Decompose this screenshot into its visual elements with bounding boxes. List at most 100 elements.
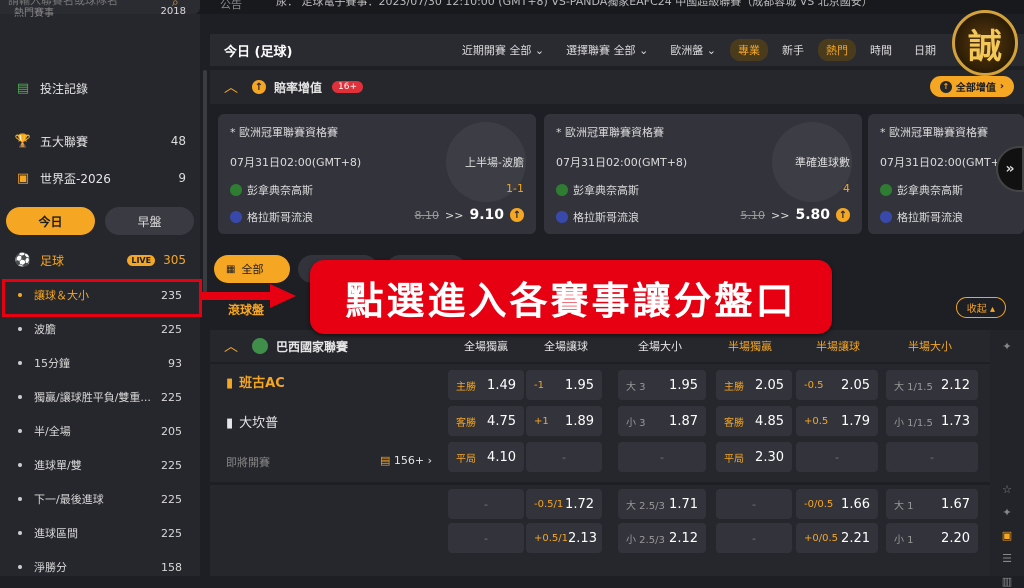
sidebar-sub-count: 225	[161, 526, 182, 540]
live-badge: LIVE	[127, 254, 156, 266]
odds-label: +0.5/1	[534, 532, 569, 544]
sidebar-item-football[interactable]: ⚽ 足球 LIVE 305	[0, 243, 200, 277]
collapse-button[interactable]: 收起 ▴	[955, 297, 1006, 318]
sidebar-sub-1x2[interactable]: 獨贏/讓球胜平負/雙重... 225	[0, 380, 200, 414]
odds-cell[interactable]: -0.5/1 1.72	[526, 489, 602, 519]
sort-date-button[interactable]: 日期	[906, 39, 944, 61]
odds-cell[interactable]: 平局 4.10	[448, 442, 524, 472]
sidebar-item-world-cup[interactable]: ▣ 世界盃-2026 9	[0, 161, 200, 195]
odds-cell[interactable]: +0/0.5 2.21	[796, 523, 878, 553]
mode-novice-button[interactable]: 新手	[774, 39, 812, 61]
chevron-down-icon: ⌄	[706, 44, 716, 57]
odds-value: 1.72	[565, 496, 594, 512]
new-odds: 5.80	[795, 207, 830, 223]
odds-cell[interactable]: 主勝 1.49	[448, 370, 524, 400]
column-header: 半場獨贏	[728, 340, 772, 353]
sort-time-button[interactable]: 時間	[862, 39, 900, 61]
odds-cell[interactable]: 小 1/1.5 1.73	[886, 406, 978, 436]
announcement-marquee: 尿： 足球電子賽事：2023/07/30 12:10:00 (GMT+8) VS…	[276, 0, 873, 8]
notice-label[interactable]: 公告	[220, 0, 242, 12]
tab-today[interactable]: 今日	[6, 207, 95, 235]
sidebar-sub-count: 158	[161, 560, 182, 574]
tab-early[interactable]: 早盤	[105, 207, 194, 235]
star-icon[interactable]: ☆	[990, 483, 1024, 496]
odds-cell[interactable]: 大 1/1.5 2.12	[886, 370, 978, 400]
chevron-down-icon: ⌄	[639, 44, 649, 57]
sidebar-sub-next-goal[interactable]: 下一/最後進球 225	[0, 482, 200, 516]
chevron-up-icon[interactable]: ︿	[224, 336, 238, 356]
all-boost-button[interactable]: ↑ 全部增值 ›	[929, 76, 1014, 97]
odds-cell[interactable]: +1 1.89	[526, 406, 602, 436]
odds-cell[interactable]: 平局 2.30	[716, 442, 792, 472]
odds-value: 2.12	[669, 530, 698, 546]
brand-logo: 誠	[952, 10, 1018, 76]
card-odds[interactable]: 8.10 >> 9.10 ↑	[415, 207, 524, 223]
odds-value: 1.95	[565, 377, 594, 393]
pin-icon[interactable]: ✦	[990, 506, 1024, 519]
odds-cell-empty: -	[618, 442, 706, 472]
odds-cell[interactable]: +0.5/1 2.13	[526, 523, 602, 553]
odds-value: 1.66	[841, 496, 870, 512]
odds-cell[interactable]: 大 1 1.67	[886, 489, 978, 519]
calendar-icon[interactable]: ▣	[990, 529, 1024, 542]
chevron-down-icon: ⌄	[534, 44, 545, 57]
odds-cell[interactable]: 小 3 1.87	[618, 406, 706, 436]
pin-icon[interactable]: ✦	[990, 340, 1024, 353]
odds-cell[interactable]: 大 2.5/3 1.71	[618, 489, 706, 519]
odds-cell[interactable]: -1 1.95	[526, 370, 602, 400]
sidebar-sub-winning-margin[interactable]: 淨勝分 158	[0, 550, 200, 584]
sidebar-item-label: 足球	[40, 253, 65, 268]
odds-cell[interactable]: -0/0.5 1.66	[796, 489, 878, 519]
boost-card[interactable]: * 歐洲冠軍聯賽資格賽 07月31日02:00(GMT+8) 準確進球數 彭拿典…	[544, 114, 862, 234]
card-league: * 歐洲冠軍聯賽資格賽	[556, 126, 664, 139]
sort-hot-button[interactable]: 熱門	[818, 39, 856, 61]
sidebar-scrollbar[interactable]	[203, 70, 207, 300]
odds-value: 2.05	[841, 377, 870, 393]
sidebar-sub-correct-score[interactable]: 波膽 225	[0, 312, 200, 346]
sidebar-sub-odd-even[interactable]: 進球單/雙 225	[0, 448, 200, 482]
card-market: 準確進球數	[795, 156, 850, 169]
recent-filter[interactable]: 近期開賽 全部 ⌄	[454, 39, 552, 61]
sidebar-item-top-leagues[interactable]: 🏆 五大聯賽 48	[0, 124, 200, 158]
odds-label: 大 1/1.5	[894, 381, 933, 393]
sidebar-sub-ht-ft[interactable]: 半/全場 205	[0, 414, 200, 448]
sidebar-item-bet-record[interactable]: ▤ 投注記錄	[0, 71, 200, 105]
card-away-team: 格拉斯哥流浪	[897, 211, 963, 224]
card-odds[interactable]: 5.10 >> 5.80 ↑	[741, 207, 850, 223]
sidebar-sub-goal-interval[interactable]: 進球區間 225	[0, 516, 200, 550]
odds-cell[interactable]: 小 1 2.20	[886, 523, 978, 553]
odds-cell-empty: -	[526, 442, 602, 472]
odds-cell[interactable]: 小 2.5/3 2.12	[618, 523, 706, 553]
odds-cell[interactable]: +0.5 1.79	[796, 406, 878, 436]
odds-cell[interactable]: 客勝 4.75	[448, 406, 524, 436]
jersey-icon: ▮	[226, 376, 234, 391]
boost-card[interactable]: * 歐洲冠軍聯賽資格賽 07月31日02:00(GMT+8) 上半場-波膽 彭拿…	[218, 114, 536, 234]
sidebar-sub-label: 進球單/雙	[34, 459, 82, 472]
odds-cell[interactable]: 客勝 4.85	[716, 406, 792, 436]
odds-value: 2.30	[755, 449, 784, 465]
away-team[interactable]: ▮ 大坎普	[226, 412, 278, 431]
odds-cell[interactable]: 主勝 2.05	[716, 370, 792, 400]
home-team[interactable]: ▮ 班古AC	[226, 372, 285, 391]
chip-all[interactable]: ▦ 全部	[214, 255, 290, 283]
odds-cell[interactable]: 大 3 1.95	[618, 370, 706, 400]
trophy-icon: 🏆	[14, 133, 32, 149]
list-icon[interactable]: ☰	[990, 552, 1024, 565]
odds-label: 大 1	[894, 500, 914, 512]
column-header: 全場獨贏	[464, 340, 508, 353]
odds-label: +0.5	[804, 415, 829, 427]
sidebar-sub-label: 淨勝分	[34, 561, 67, 574]
odds-cell[interactable]: -0.5 2.05	[796, 370, 878, 400]
odds-type-select[interactable]: 歐洲盤 ⌄	[662, 39, 724, 61]
card-home-team: 彭拿典奈高斯	[897, 184, 963, 197]
chevron-up-icon[interactable]: ︿	[224, 77, 238, 97]
more-markets-link[interactable]: ▤ 156+ ›	[380, 454, 432, 467]
card-market: 上半場-波膽	[465, 156, 524, 169]
league-filter[interactable]: 選擇聯賽 全部 ⌄	[558, 39, 656, 61]
odds-label: +1	[534, 415, 549, 427]
odds-label: 小 2.5/3	[626, 534, 665, 546]
mode-pro-button[interactable]: 專業	[730, 39, 768, 61]
bar-chart-icon[interactable]: ▥	[990, 575, 1024, 588]
sidebar-sub-15min[interactable]: 15分鐘 93	[0, 346, 200, 380]
sidebar-item-partial[interactable]: 熱門賽事 2018	[0, 2, 200, 20]
